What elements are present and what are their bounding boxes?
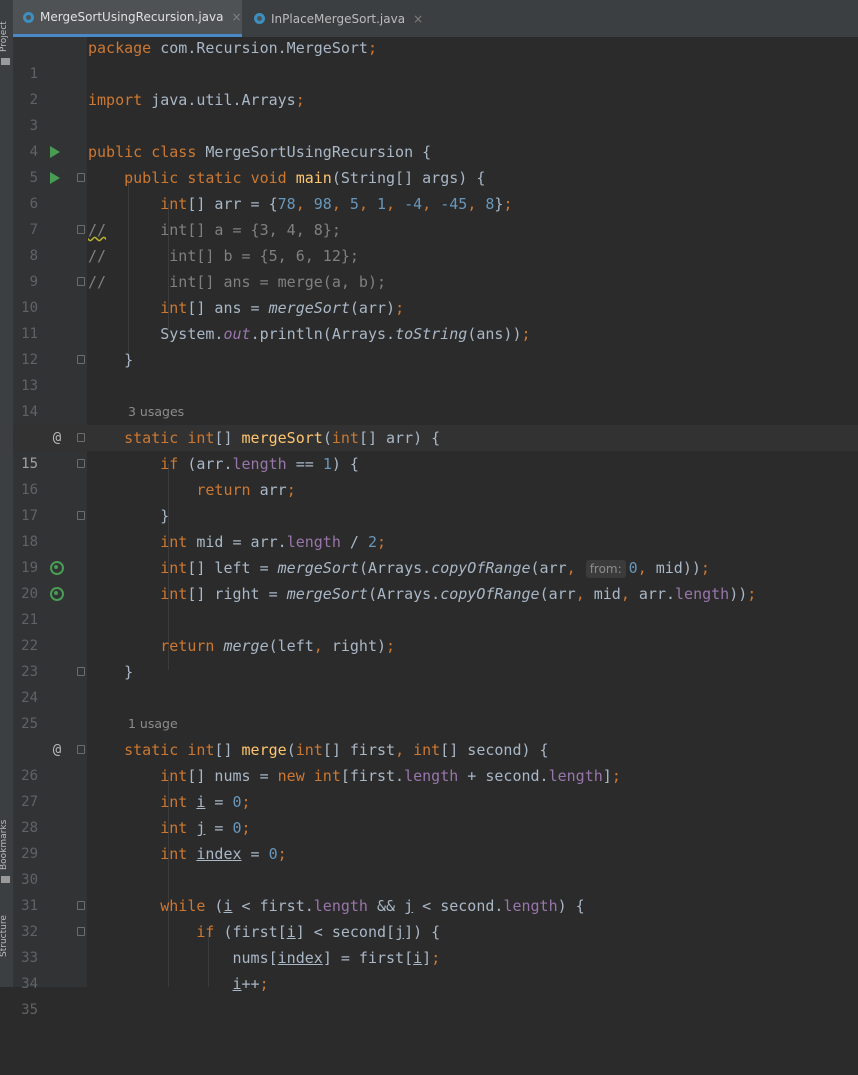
code-line: 8 // int[] a = {3, 4, 8}; — [13, 217, 858, 264]
close-icon[interactable]: × — [413, 12, 423, 26]
usages-hint[interactable]: 1 usage — [128, 711, 178, 737]
code-line-current: 15 @ static int[] mergeSort(int[] arr) { — [13, 425, 858, 472]
run-icon[interactable] — [50, 172, 60, 184]
java-class-icon — [23, 11, 34, 23]
fold-icon[interactable] — [77, 745, 85, 754]
editor-tab-bar: MergeSortUsingRecursion.java × InPlaceMe… — [13, 0, 858, 38]
usages-hint[interactable]: 3 usages — [128, 399, 184, 425]
code-line: 28 int i = 0; — [13, 789, 858, 836]
code-line: 17 return arr; — [13, 477, 858, 524]
fold-icon[interactable] — [77, 433, 85, 442]
fold-icon[interactable] — [77, 173, 85, 182]
structure-tool-button[interactable]: Structure — [0, 915, 9, 957]
code-line: 27 int[] nums = new int[first.length + s… — [13, 763, 858, 810]
code-line: 18 } — [13, 503, 858, 550]
folder-icon[interactable] — [1, 58, 10, 65]
tab-label: InPlaceMergeSort.java — [271, 11, 406, 26]
fold-icon[interactable] — [77, 225, 85, 234]
bookmarks-tool-button[interactable]: Bookmarks — [0, 820, 9, 870]
recursive-call-icon[interactable] — [50, 587, 64, 601]
fold-icon[interactable] — [77, 667, 85, 676]
fold-icon[interactable] — [77, 459, 85, 468]
code-line: 16 if (arr.length == 1) { — [13, 451, 858, 498]
code-line: 26 @ static int[] merge(int[] first, int… — [13, 737, 858, 784]
fold-icon[interactable] — [77, 511, 85, 520]
recursive-call-icon[interactable] — [50, 561, 64, 575]
code-line: 24 } — [13, 659, 858, 706]
code-line: 32 while (i < first.length && j < second… — [13, 893, 858, 940]
code-line: 23 return merge(left, right); — [13, 633, 858, 680]
fold-icon[interactable] — [77, 277, 85, 286]
code-line: 13 } — [13, 347, 858, 394]
code-line: 20 int[] left = mergeSort(Arrays.copyOfR… — [13, 555, 858, 602]
code-line: 19 int mid = arr.length / 2; — [13, 529, 858, 576]
code-line: 10 // int[] ans = merge(a, b); — [13, 269, 858, 316]
code-line: 3 import java.util.Arrays; — [13, 87, 858, 134]
code-line: 5 public class MergeSortUsingRecursion { — [13, 139, 858, 186]
code-line: 1 package com.Recursion.MergeSort; — [13, 35, 858, 82]
run-icon[interactable] — [50, 146, 60, 158]
line-number: 14 — [21, 404, 38, 420]
left-tool-strip: Project Bookmarks Structure — [0, 0, 14, 987]
close-icon[interactable]: × — [231, 10, 241, 24]
bookmark-icon[interactable] — [1, 876, 10, 883]
tab-merge-sort-using-recursion[interactable]: MergeSortUsingRecursion.java × — [13, 0, 242, 37]
override-icon[interactable]: @ — [49, 737, 65, 763]
code-line: 34 nums[index] = first[i]; — [13, 945, 858, 992]
code-line: 2 — [13, 61, 858, 108]
code-line: 31 — [13, 867, 858, 914]
line-number: 25 — [21, 716, 38, 732]
code-line: 30 int index = 0; — [13, 841, 858, 888]
code-editor[interactable]: 1 package com.Recursion.MergeSort; 2 3 i… — [13, 35, 858, 1018]
code-line: 4 — [13, 113, 858, 160]
tab-in-place-merge-sort[interactable]: InPlaceMergeSort.java × — [242, 0, 432, 37]
line-number: 35 — [21, 1002, 38, 1018]
tab-label: MergeSortUsingRecursion.java — [40, 10, 224, 24]
code-line: 25 — [13, 685, 858, 732]
code-line: 22 — [13, 607, 858, 654]
parameter-hint: from: — [585, 560, 626, 578]
code-line: 6 public static void main(String[] args)… — [13, 165, 858, 212]
override-icon[interactable]: @ — [49, 425, 65, 451]
code-line: 14 — [13, 373, 858, 420]
code-line: 29 int j = 0; — [13, 815, 858, 862]
fold-icon[interactable] — [77, 355, 85, 364]
code-line: 7 int[] arr = {78, 98, 5, 1, -4, -45, 8}… — [13, 191, 858, 238]
code-line: 33 if (first[i] < second[j]) { — [13, 919, 858, 966]
fold-icon[interactable] — [77, 927, 85, 936]
fold-icon[interactable] — [77, 901, 85, 910]
code-line: 12 System.out.println(Arrays.toString(an… — [13, 321, 858, 368]
project-tool-button[interactable]: Project — [0, 21, 9, 52]
code-line: 21 int[] right = mergeSort(Arrays.copyOf… — [13, 581, 858, 628]
code-line: 9 // int[] b = {5, 6, 12}; — [13, 243, 858, 290]
code-line: 11 int[] ans = mergeSort(arr); — [13, 295, 858, 342]
code-line: 35 i++; — [13, 971, 858, 1018]
java-class-icon — [254, 13, 265, 24]
